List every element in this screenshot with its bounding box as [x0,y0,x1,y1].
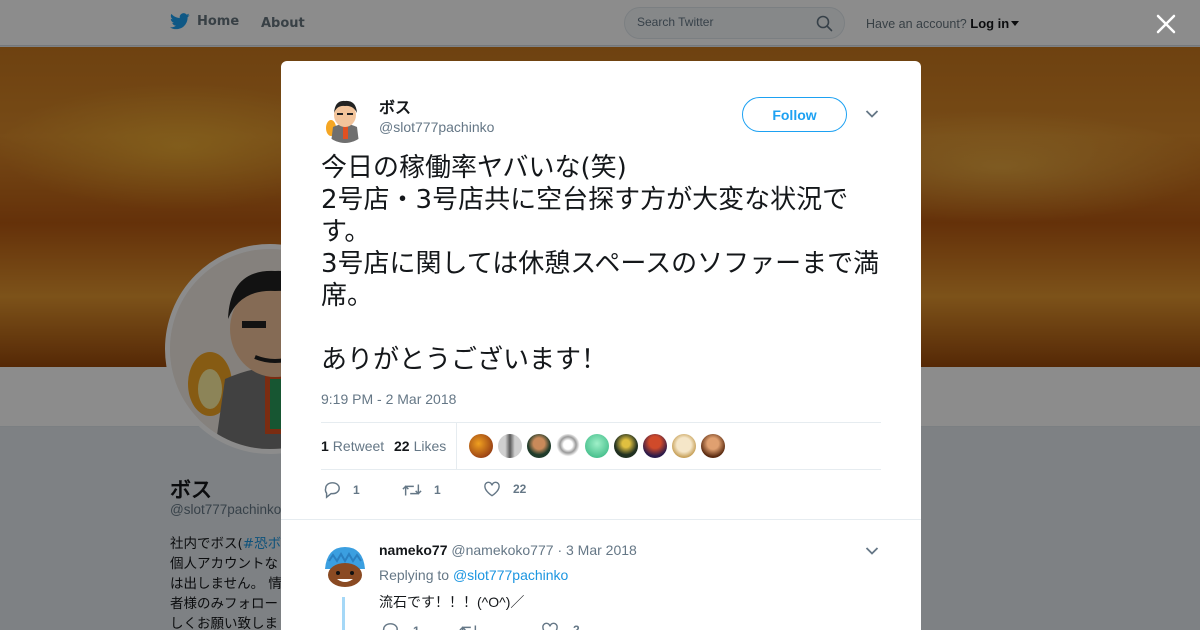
reply-author-avatar[interactable] [321,543,369,591]
replying-prefix: Replying to [379,567,450,583]
follow-button[interactable]: Follow [742,97,847,132]
boss-avatar-image [321,95,369,143]
retweet-icon [459,625,477,630]
thread-line [342,597,345,630]
liker-avatar[interactable] [672,434,696,458]
replying-to-link[interactable]: @slot777pachinko [453,567,568,583]
chevron-down-icon[interactable] [865,109,879,119]
retweet-action[interactable]: 1 [402,481,441,499]
chevron-down-icon[interactable] [865,546,879,556]
tweet-author-avatar[interactable] [321,95,369,143]
liker-avatar[interactable] [469,434,493,458]
liker-avatar[interactable] [556,434,580,458]
reply-actions: 1 2 [379,622,639,630]
tweet-author-handle[interactable]: @slot777pachinko [379,119,494,135]
reply-action[interactable]: 1 [323,481,360,499]
like-count: 22 [513,482,527,496]
reply-reply-action[interactable]: 1 [381,622,420,630]
heart-icon [484,481,500,497]
retweet-stat-count: 1 [321,438,329,454]
like-stat-label: Likes [413,438,447,454]
liker-avatar[interactable] [585,434,609,458]
reply-like-action[interactable]: 2 [541,622,580,630]
nameko-avatar-image [321,543,369,591]
reply-tweet[interactable]: nameko77 @namekoko777 · 3 Mar 2018 Reply… [281,519,921,630]
liker-avatars [469,434,730,458]
retweet-stat-label: Retweet [332,438,385,454]
liker-avatar[interactable] [701,434,725,458]
liker-avatar[interactable] [614,434,638,458]
retweet-icon [402,484,422,496]
like-stat[interactable]: 22 Likes [394,438,446,454]
reply-like-count: 2 [573,623,580,630]
reply-author-handle[interactable]: @namekoko777 [451,542,553,558]
reply-separator: · [557,542,563,558]
retweet-count: 1 [434,483,441,497]
tweet-text: 今日の稼働率ヤバいな(笑) 2号店・3号店共に空台探す方が大変な状況です。 3号… [321,153,880,375]
close-icon[interactable] [1155,13,1177,35]
reply-text: 流石です！！！(^O^)／ [379,594,525,610]
reply-date[interactable]: 3 Mar 2018 [566,542,637,558]
reply-author-name[interactable]: nameko77 [379,542,447,558]
reply-icon [324,482,340,499]
liker-avatar[interactable] [643,434,667,458]
tweet-stats: 1 Retweet 22 Likes [321,422,881,470]
reply-header: nameko77 @namekoko777 · 3 Mar 2018 [379,542,637,558]
replying-to: Replying to @slot777pachinko [379,567,568,583]
reply-retweet-action[interactable] [459,622,493,630]
stats-divider [456,423,457,470]
like-action[interactable]: 22 [483,481,526,497]
tweet-author-name[interactable]: ボス [379,94,411,118]
liker-avatar[interactable] [527,434,551,458]
reply-icon [382,623,398,630]
liker-avatar[interactable] [498,434,522,458]
reply-reply-count: 1 [413,624,420,630]
like-stat-count: 22 [394,438,410,454]
tweet-timestamp[interactable]: 9:19 PM - 2 Mar 2018 [321,391,456,407]
reply-count: 1 [353,483,360,497]
tweet-modal: ボス @slot777pachinko Follow 今日の稼働率ヤバいな(笑)… [281,61,921,630]
heart-icon [542,622,558,630]
retweet-stat[interactable]: 1 Retweet [321,438,384,454]
